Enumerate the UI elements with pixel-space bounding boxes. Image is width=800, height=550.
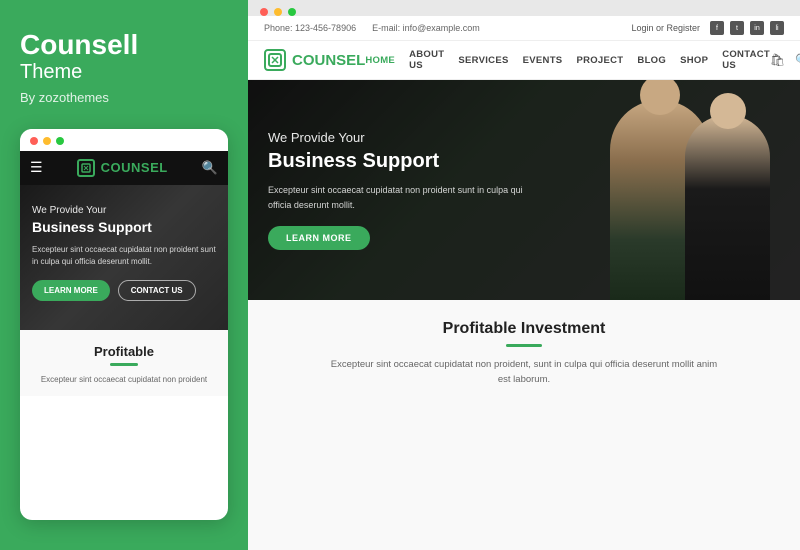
linkedin-icon[interactable]: li [770,21,784,35]
mobile-nav: ☰ COUNSEL 🔍 [20,151,228,185]
mobile-profitable-section: Profitable Excepteur sint occaecat cupid… [20,330,228,396]
cart-icon[interactable]: 🛍 [770,53,785,67]
phone-info: Phone: 123-456-78906 [264,23,356,33]
mobile-logo: COUNSEL [77,159,168,177]
mobile-hero-buttons: LEARN MORE CONTACT US [32,280,216,301]
desktop-site: Phone: 123-456-78906 E-mail: info@exampl… [248,16,800,550]
nav-project[interactable]: PROJECT [576,55,623,66]
dot-red [30,137,38,145]
left-panel: Counsell Theme By zozothemes ☰ COUN [0,0,248,550]
login-register-link[interactable]: Login or Register [631,23,700,33]
mobile-logo-text: COUNSEL [101,160,168,175]
nav-icons: 🛍 🔍 [770,53,800,67]
nav-about[interactable]: ABOUT US [409,49,444,71]
nav-logo-text: COUNSEL [292,52,365,69]
instagram-icon[interactable]: in [750,21,764,35]
nav-contact[interactable]: CONTACT US [722,49,770,71]
mobile-section-underline [110,363,138,366]
mobile-hero: We Provide Your Business Support Excepte… [20,185,228,330]
mobile-logo-icon [77,159,95,177]
twitter-icon[interactable]: t [730,21,744,35]
mobile-learn-more-button[interactable]: LEARN MORE [32,280,110,301]
person-female [685,115,770,300]
mobile-hero-content: We Provide Your Business Support Excepte… [32,205,216,301]
mobile-search-icon[interactable]: 🔍 [202,160,218,176]
dot-green [56,137,64,145]
main-nav: COUNSEL HOME ABOUT US SERVICES EVENTS PR… [248,41,800,80]
social-icons: f t in li [710,21,784,35]
info-bar-left: Phone: 123-456-78906 E-mail: info@exampl… [264,23,480,33]
section-underline [506,344,542,347]
nav-shop[interactable]: SHOP [680,55,708,66]
info-bar-right: Login or Register f t in li [631,21,784,35]
dot-yellow [43,137,51,145]
nav-links: HOME ABOUT US SERVICES EVENTS PROJECT BL… [365,49,770,71]
info-bar: Phone: 123-456-78906 E-mail: info@exampl… [248,16,800,41]
browser-chrome [248,0,800,16]
nav-services[interactable]: SERVICES [458,55,508,66]
right-panel: Phone: 123-456-78906 E-mail: info@exampl… [248,0,800,550]
bottom-section: Profitable Investment Excepteur sint occ… [248,300,800,550]
hero-learn-more-button[interactable]: LEARN MORE [268,226,370,250]
hamburger-icon[interactable]: ☰ [30,159,43,176]
facebook-icon[interactable]: f [710,21,724,35]
browser-dot-green [288,8,296,16]
nav-blog[interactable]: BLOG [637,55,666,66]
nav-logo: COUNSEL [264,49,365,71]
mobile-contact-button[interactable]: CONTACT US [118,280,196,301]
email-info: E-mail: info@example.com [372,23,480,33]
nav-events[interactable]: EVENTS [523,55,563,66]
browser-dot-red [260,8,268,16]
nav-logo-icon [264,49,286,71]
search-icon[interactable]: 🔍 [795,53,800,67]
theme-title: Counsell Theme By zozothemes [20,30,228,129]
nav-home[interactable]: HOME [365,55,395,66]
hero-content: We Provide Your Business Support Excepte… [248,130,548,250]
browser-dot-yellow [274,8,282,16]
hero-people [570,80,770,300]
mobile-topbar [20,129,228,151]
mobile-mockup: ☰ COUNSEL 🔍 We Provide Your Busi [20,129,228,520]
hero-section: We Provide Your Business Support Excepte… [248,80,800,300]
